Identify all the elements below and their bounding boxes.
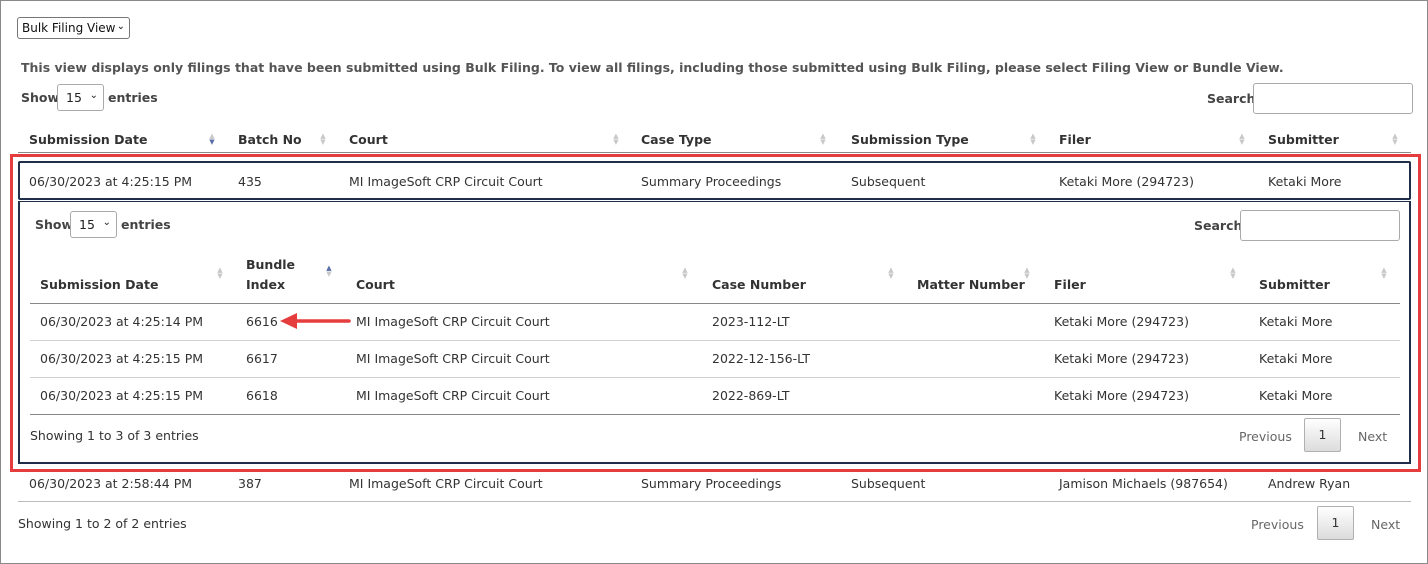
column-header-submitter[interactable]: Submitter <box>1268 132 1339 147</box>
column-header-case-type[interactable]: Case Type <box>641 132 712 147</box>
column-header-batch-no[interactable]: Batch No <box>238 132 302 147</box>
page-1-button[interactable]: 1 <box>1317 506 1354 540</box>
view-select[interactable]: Bulk Filing View ⌄ <box>17 17 130 39</box>
bulk-filing-page: Bulk Filing View ⌄ This view displays on… <box>0 0 1428 564</box>
sort-icon[interactable]: ▲ ▼ <box>319 133 327 146</box>
column-header-filer[interactable]: Filer <box>1059 132 1091 147</box>
cell-court: MI ImageSoft CRP Circuit Court <box>349 476 543 491</box>
chevron-down-icon: ⌄ <box>89 90 98 101</box>
entries-label: entries <box>108 90 158 105</box>
table-info: Showing 1 to 2 of 2 entries <box>18 516 187 531</box>
next-button[interactable]: Next <box>1371 517 1400 532</box>
cell-filer: Jamison Michaels (987654) <box>1059 476 1228 491</box>
column-header-submission-date[interactable]: Submission Date <box>29 132 147 147</box>
search-input[interactable] <box>1253 83 1413 114</box>
annotation-highlight-box <box>10 154 1421 472</box>
view-select-value: Bulk Filing View <box>22 21 116 35</box>
sort-icon[interactable]: ▲ ▼ <box>612 133 620 146</box>
previous-button[interactable]: Previous <box>1251 517 1304 532</box>
cell-submitter: Andrew Ryan <box>1268 476 1351 491</box>
chevron-down-icon: ⌄ <box>116 21 125 32</box>
cell-submission-date: 06/30/2023 at 2:58:44 PM <box>29 476 193 491</box>
cell-case-type: Summary Proceedings <box>641 476 782 491</box>
sort-icon[interactable]: ▲ ▼ <box>1238 133 1246 146</box>
column-header-court[interactable]: Court <box>349 132 388 147</box>
sort-icon[interactable]: ▲ ▼ <box>819 133 827 146</box>
cell-batch-no: 387 <box>238 476 262 491</box>
show-label: Show <box>21 90 60 105</box>
sort-icon[interactable]: ▲ ▼ <box>1391 133 1399 146</box>
arrow-left-icon <box>280 313 351 329</box>
entries-select[interactable]: 15 ⌄ <box>57 84 104 111</box>
footer-divider <box>18 501 1411 502</box>
column-header-submission-type[interactable]: Submission Type <box>851 132 969 147</box>
sort-icon[interactable]: ▲ ▼ <box>1029 133 1037 146</box>
entries-select-value: 15 <box>66 90 82 105</box>
cell-submission-type: Subsequent <box>851 476 926 491</box>
view-notice: This view displays only filings that hav… <box>21 60 1284 75</box>
sort-icon[interactable]: ▲ ▼ <box>208 133 216 146</box>
header-divider <box>18 152 1411 153</box>
